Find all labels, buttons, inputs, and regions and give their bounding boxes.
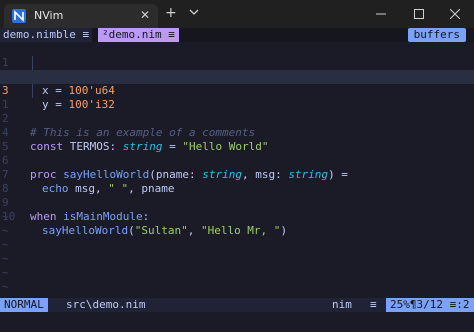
minimize-button[interactable]: [362, 0, 400, 28]
tilde-marker: ~: [2, 280, 9, 293]
code-line: 4 const TERMOS: string = "Hello World": [0, 112, 474, 153]
title-bar: NVim ✕ +: [0, 0, 474, 28]
nvim-logo-icon: [12, 9, 26, 23]
code-line: 5: [0, 126, 474, 153]
tilde-marker: ~: [2, 238, 9, 251]
tilde-marker: ~: [2, 252, 9, 265]
empty-line: ~: [0, 210, 474, 224]
mode-indicator: NORMAL: [0, 298, 48, 312]
code-line: 7 echo msg, " ", pname: [0, 154, 474, 195]
buffer-tab-demo-nimble[interactable]: demo.nimble ≡: [0, 28, 93, 42]
code-line: 10 sayHelloWorld("Sultan", "Hello Mr, "): [0, 196, 474, 237]
command-line[interactable]: [0, 312, 474, 332]
buffers-label: buffers: [407, 28, 466, 42]
filetype-icon: ≡: [370, 298, 377, 311]
maximize-button[interactable]: [400, 0, 438, 28]
empty-line: ~: [0, 280, 474, 294]
buffer-tabline: demo.nimble ≡ ²demo.nim ≡ buffers: [0, 28, 474, 42]
tilde-marker: ~: [2, 224, 9, 237]
terminal-window: NVim ✕ + demo.nimble ≡ ²demo.nim ≡ buffe…: [0, 0, 474, 332]
close-window-button[interactable]: [436, 0, 474, 28]
code-line: 1: [0, 84, 474, 111]
status-filename: src\demo.nim: [66, 298, 146, 311]
empty-line: ~: [0, 266, 474, 280]
code-line-current: 3 y = 100'i32: [0, 70, 474, 111]
status-filetype: nim: [332, 298, 352, 311]
code-line: 6 proc sayHelloWorld(pname: string, msg:…: [0, 140, 474, 181]
empty-line: ~: [0, 252, 474, 266]
editor-area[interactable]: 1 var 1 x = 100'u64 3 y = 100'i32 1 2 # …: [0, 42, 474, 298]
code-line: 1 var: [0, 42, 474, 83]
code-line: 2 # This is an example of a comments: [0, 98, 474, 139]
chevron-down-icon[interactable]: [188, 6, 200, 18]
buffer-tab-demo-nim[interactable]: ²demo.nim ≡: [98, 28, 179, 42]
cursor-position: 25%¶3/12 ≡:2: [386, 298, 474, 312]
empty-line: ~: [0, 238, 474, 252]
maximize-icon: [414, 9, 424, 19]
minimize-icon: [376, 13, 386, 15]
tab-title: NVim: [34, 9, 64, 22]
code-line: 8: [0, 168, 474, 195]
new-tab-button[interactable]: +: [165, 5, 177, 21]
tab-close-icon[interactable]: ✕: [140, 8, 150, 22]
close-icon: [450, 9, 460, 19]
tilde-marker: ~: [2, 266, 9, 279]
terminal-tab[interactable]: NVim ✕: [4, 4, 158, 28]
code-line: 1 x = 100'u64: [0, 56, 474, 97]
empty-line: ~: [0, 224, 474, 238]
status-line: NORMAL src\demo.nim nim ≡ 25%¶3/12 ≡:2: [0, 298, 474, 312]
code-line: 9 when isMainModule:: [0, 182, 474, 223]
tilde-marker: ~: [2, 210, 9, 223]
